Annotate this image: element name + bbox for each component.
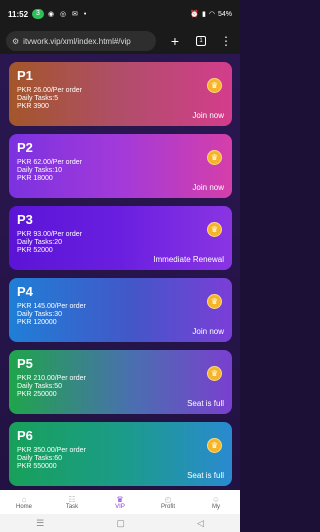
vip-card[interactable]: P6 PKR 350.00/Per order Daily Tasks:60 P…	[9, 422, 232, 486]
price-per-order: PKR 62.00/Per order	[17, 159, 82, 166]
seat-status: Seat is full	[187, 399, 224, 408]
nav-label: My	[212, 503, 220, 510]
url-text: itvwork.vip/xml/index.html#/vip	[23, 36, 131, 46]
daily-tasks: Daily Tasks:50	[17, 383, 63, 390]
vip-level: P3	[17, 212, 33, 227]
vip-level: P6	[17, 428, 33, 443]
vip-amount: PKR 550000	[17, 463, 57, 470]
join-button[interactable]: Join now	[192, 327, 224, 336]
address-bar[interactable]: ⚙ itvwork.vip/xml/index.html#/vip	[6, 31, 156, 51]
vip-level: P5	[17, 356, 33, 371]
home-button-icon[interactable]: ▢	[116, 518, 125, 529]
renewal-button[interactable]: Immediate Renewal	[153, 255, 224, 264]
signal-icon: ▮	[202, 11, 206, 18]
bottom-nav: ⌂ Home ☷ Task ♛ VIP ◴ Profit ☺ My	[0, 490, 240, 514]
nav-label: Task	[65, 503, 79, 510]
vip-amount: PKR 52000	[17, 247, 53, 254]
nav-label: Home	[15, 503, 32, 510]
nav-vip[interactable]: ♛ VIP	[96, 490, 144, 514]
nav-my[interactable]: ☺ My	[192, 490, 240, 514]
join-button[interactable]: Join now	[192, 111, 224, 120]
vip-amount: PKR 250000	[17, 391, 57, 398]
vip-amount: PKR 3900	[17, 103, 49, 110]
daily-tasks: Daily Tasks:5	[17, 95, 59, 102]
nav-task[interactable]: ☷ Task	[48, 490, 96, 514]
nav-profit[interactable]: ◴ Profit	[144, 490, 192, 514]
battery-level: 54%	[217, 10, 232, 18]
daily-tasks: Daily Tasks:30	[17, 311, 63, 318]
new-tab-button[interactable]: +	[168, 33, 182, 49]
price-per-order: PKR 26.00/Per order	[17, 87, 82, 94]
vip-list: P1 PKR 26.00/Per order Daily Tasks:5 PKR…	[0, 54, 240, 490]
crown-icon: ♛	[207, 294, 222, 309]
vip-card[interactable]: P3 PKR 93.00/Per order Daily Tasks:20 PK…	[9, 206, 232, 270]
crown-icon: ♛	[207, 438, 222, 453]
crown-icon: ♛	[207, 78, 222, 93]
price-per-order: PKR 210.00/Per order	[17, 375, 86, 382]
vip-level: P1	[17, 68, 33, 83]
profit-icon: ◴	[164, 494, 172, 504]
crown-icon: ♛	[207, 366, 222, 381]
nav-label: Profit	[160, 503, 175, 510]
back-icon[interactable]: ◁	[197, 518, 204, 529]
vip-amount: PKR 120000	[17, 319, 57, 326]
join-button[interactable]: Join now	[192, 183, 224, 192]
site-settings-icon[interactable]: ⚙	[12, 37, 19, 46]
browser-toolbar: ⚙ itvwork.vip/xml/index.html#/vip + 1 ⋮	[0, 28, 240, 54]
nav-home[interactable]: ⌂ Home	[0, 490, 48, 514]
vip-card[interactable]: P1 PKR 26.00/Per order Daily Tasks:5 PKR…	[9, 62, 232, 126]
status-bar: 11:52 3 ◉ ◎ ✉ • ⏰ ▮ ◠ 54%	[0, 0, 240, 28]
seat-status: Seat is full	[187, 471, 224, 480]
tab-switcher-button[interactable]: 1	[196, 36, 206, 46]
vip-level: P2	[17, 140, 33, 155]
notification-icons: ◉ ◎ ✉ •	[47, 11, 89, 18]
home-icon: ⌂	[21, 494, 27, 504]
vip-icon: ♛	[116, 494, 124, 504]
price-per-order: PKR 145.00/Per order	[17, 303, 86, 310]
daily-tasks: Daily Tasks:20	[17, 239, 63, 246]
task-icon: ☷	[68, 494, 76, 504]
recents-icon[interactable]: ☰	[36, 518, 44, 529]
system-nav-bar: ☰ ▢ ◁	[0, 514, 240, 532]
daily-tasks: Daily Tasks:60	[17, 455, 63, 462]
wifi-icon: ◠	[208, 11, 215, 18]
vip-card[interactable]: P2 PKR 62.00/Per order Daily Tasks:10 PK…	[9, 134, 232, 198]
nav-label: VIP	[115, 503, 125, 510]
vip-amount: PKR 18000	[17, 175, 53, 182]
status-right: ⏰ ▮ ◠ 54%	[190, 10, 232, 19]
price-per-order: PKR 350.00/Per order	[17, 447, 86, 454]
status-time: 11:52	[8, 9, 29, 19]
user-icon: ☺	[211, 494, 221, 504]
browser-menu-icon[interactable]: ⋮	[220, 35, 232, 47]
daily-tasks: Daily Tasks:10	[17, 167, 63, 174]
price-per-order: PKR 93.00/Per order	[17, 231, 82, 238]
notification-badge: 3	[32, 9, 44, 19]
crown-icon: ♛	[207, 150, 222, 165]
vip-card[interactable]: P5 PKR 210.00/Per order Daily Tasks:50 P…	[9, 350, 232, 414]
alarm-icon: ⏰	[190, 11, 200, 18]
crown-icon: ♛	[207, 222, 222, 237]
vip-card[interactable]: P4 PKR 145.00/Per order Daily Tasks:30 P…	[9, 278, 232, 342]
vip-level: P4	[17, 284, 33, 299]
